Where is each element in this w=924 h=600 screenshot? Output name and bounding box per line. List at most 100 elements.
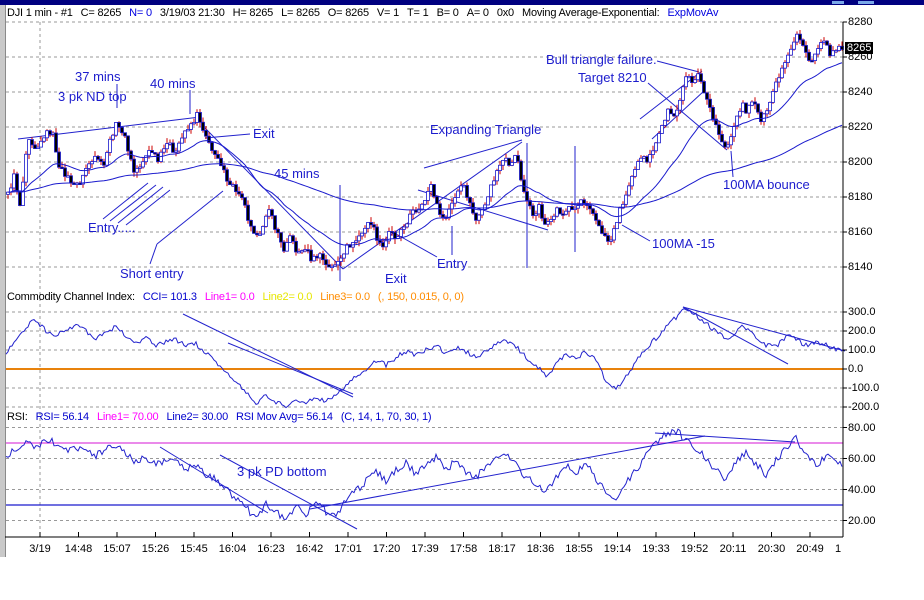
candle-body: [607, 236, 610, 242]
candle-body: [22, 182, 25, 205]
candle-body: [631, 176, 634, 186]
candle-body: [682, 87, 685, 101]
candle-body: [679, 100, 682, 110]
price-axis-label: 8200: [848, 156, 872, 168]
candle-body: [799, 34, 802, 40]
candle-body: [172, 143, 175, 152]
candle-body: [85, 168, 88, 175]
candle-body: [646, 157, 649, 163]
candle-body: [355, 241, 358, 243]
rsi-axis-label: 60.00: [848, 453, 876, 465]
annotation-3-pk-nd-top[interactable]: 3 pk ND top: [58, 89, 127, 104]
trendline: [157, 191, 223, 244]
candle-body: [718, 125, 721, 135]
time-axis-label: 3/19: [29, 543, 50, 555]
candle-body: [811, 60, 814, 61]
annotation-37-mins[interactable]: 37 mins: [75, 69, 121, 84]
annotation-entry[interactable]: Entry: [437, 256, 467, 271]
candle-body: [121, 127, 124, 132]
candle-body: [766, 111, 769, 114]
candle-body: [346, 245, 349, 254]
candle-body: [655, 143, 658, 151]
candle-body: [304, 250, 307, 251]
annotation-45-mins[interactable]: 45 mins: [274, 166, 320, 181]
candle-body: [127, 136, 130, 151]
annotation-bull-triangle-failure[interactable]: Bull triangle failure.: [546, 52, 657, 67]
candle-body: [466, 185, 469, 197]
candle-body: [775, 82, 778, 91]
candle-body: [13, 174, 16, 188]
annotation-short-entry[interactable]: Short entry: [120, 266, 184, 281]
annotation-entry[interactable]: Entry.....: [88, 220, 135, 235]
annotation-target-8210[interactable]: Target 8210: [578, 70, 647, 85]
candle-body: [808, 52, 811, 60]
candle-body: [541, 205, 544, 219]
annotation-100ma-15[interactable]: 100MA -15: [652, 236, 715, 251]
candle-body: [166, 144, 169, 149]
trendline: [205, 128, 343, 269]
candle-body: [730, 137, 733, 145]
candle-body: [403, 227, 406, 229]
candle-body: [469, 197, 472, 202]
time-axis-label: 18:55: [565, 543, 593, 555]
status-segment: 3/19/03 21:30: [160, 7, 225, 19]
annotation-40-mins[interactable]: 40 mins: [150, 76, 196, 91]
candle-body: [262, 226, 265, 234]
candle-body: [619, 208, 622, 222]
status-segment: O= 8265: [328, 7, 369, 19]
candle-body: [784, 63, 787, 69]
candle-body: [640, 158, 643, 161]
candle-body: [394, 232, 397, 238]
annotation-100ma-bounce[interactable]: 100MA bounce: [723, 177, 810, 192]
annotation-exit[interactable]: Exit: [385, 271, 407, 286]
candle-body: [289, 236, 292, 243]
candle-body: [184, 131, 187, 138]
candle-body: [778, 78, 781, 82]
cci-axis-label: 0.0: [848, 363, 863, 375]
candle-body: [283, 242, 286, 251]
candle-body: [805, 45, 808, 52]
rsi-axis-label: 80.00: [848, 422, 876, 434]
candle-body: [427, 191, 430, 200]
candle-body: [502, 160, 505, 165]
candle-body: [334, 265, 337, 266]
candle-body: [202, 122, 205, 130]
annotation-3-pk-pd-bottom[interactable]: 3 pk PD bottom: [237, 464, 327, 479]
candle-body: [433, 185, 436, 197]
candle-body: [520, 161, 523, 180]
candle-body: [547, 222, 550, 225]
status-segment: T= 1: [407, 7, 429, 19]
candle-body: [757, 104, 760, 112]
candle-body: [232, 185, 235, 186]
candle-body: [103, 162, 106, 166]
time-axis-label: 19:52: [681, 543, 709, 555]
candle-body: [634, 170, 637, 177]
candle-body: [556, 208, 559, 216]
candle-body: [688, 76, 691, 77]
page-number: 1: [835, 543, 841, 555]
annotation-exit[interactable]: Exit: [253, 126, 275, 141]
candle-body: [571, 206, 574, 209]
candle-body: [496, 171, 499, 181]
candle-body: [526, 192, 529, 201]
candle-body: [88, 164, 91, 169]
candle-body: [286, 242, 289, 251]
candle-body: [457, 191, 460, 198]
candle-body: [412, 210, 415, 214]
candle-body: [442, 215, 445, 218]
candle-body: [697, 74, 700, 80]
candle-body: [670, 109, 673, 114]
candle-body: [196, 112, 199, 122]
candle-body: [244, 198, 247, 206]
trendline: [657, 61, 699, 72]
candle-body: [238, 192, 241, 194]
candle-body: [91, 162, 94, 164]
candle-body: [193, 122, 196, 123]
candle-body: [97, 156, 100, 159]
annotation-expanding-triangle[interactable]: Expanding Triangle: [430, 122, 541, 137]
cci-trendline: [683, 307, 788, 364]
candle-body: [538, 205, 541, 214]
candle-body: [361, 233, 364, 236]
candle-body: [169, 143, 172, 144]
candle-body: [94, 156, 97, 161]
